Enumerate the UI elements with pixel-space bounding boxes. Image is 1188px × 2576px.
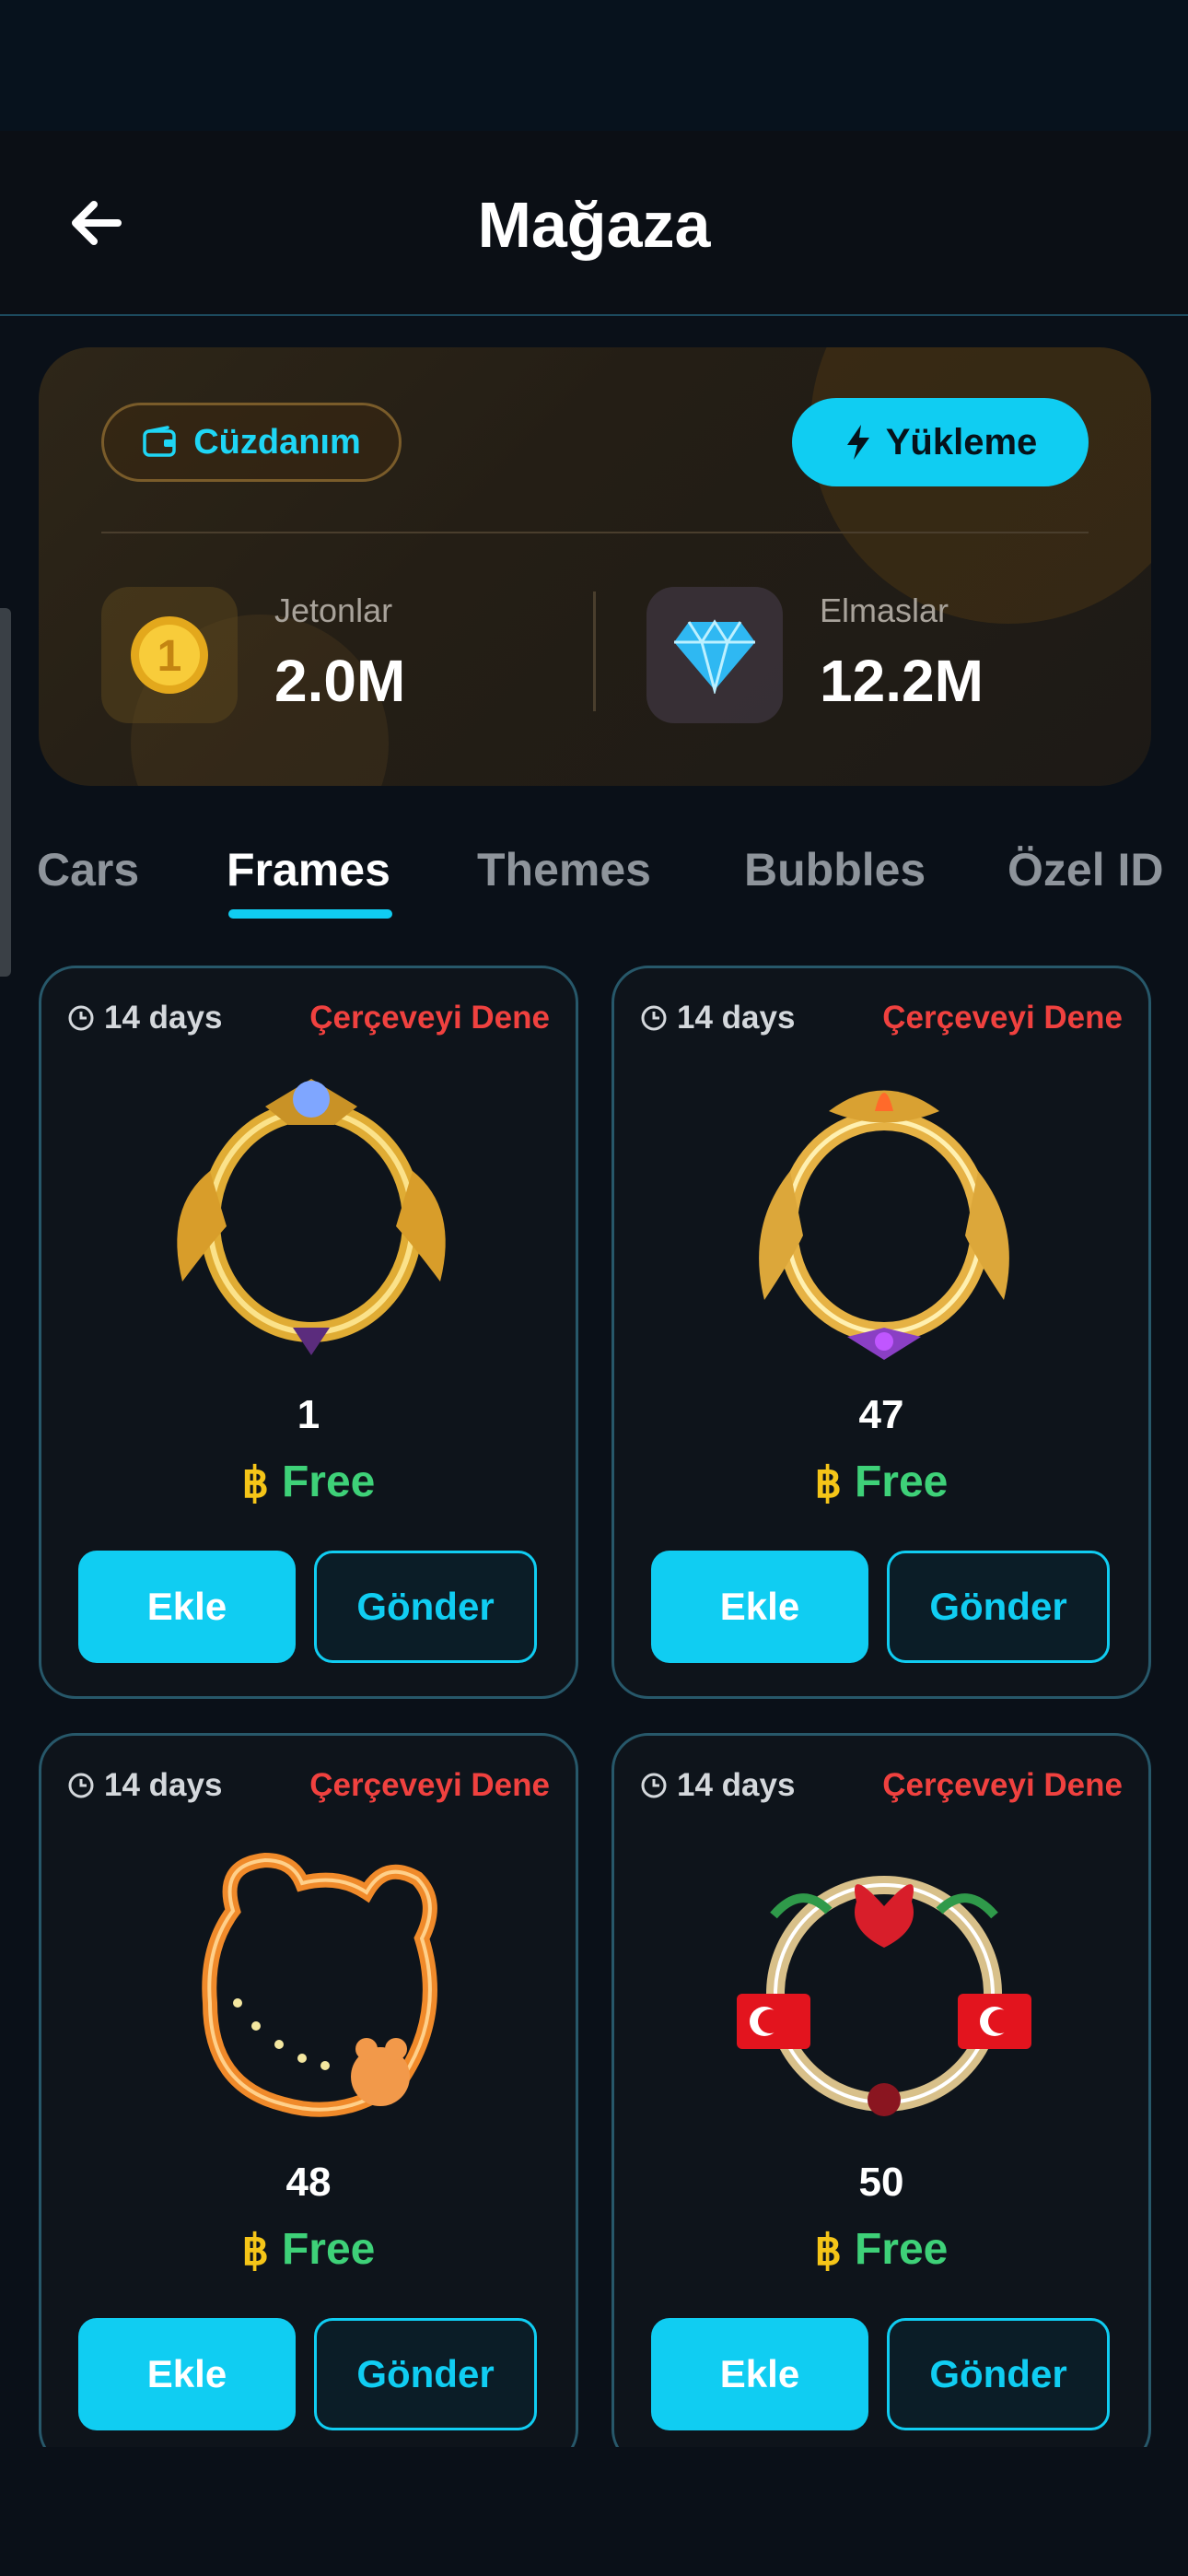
diamond-icon	[674, 619, 755, 694]
topup-label: Yükleme	[885, 421, 1038, 463]
price: ฿ Free	[614, 2224, 1148, 2275]
duration: 14 days	[67, 1767, 222, 1804]
app-header: Mağaza	[0, 131, 1188, 316]
price: ฿ Free	[41, 2224, 576, 2275]
price-value: Free	[854, 2225, 949, 2274]
tab-bubbles[interactable]: Bubbles	[744, 843, 926, 896]
coin-icon: 1	[131, 616, 208, 694]
diamond-icon-box	[646, 587, 783, 723]
coin-icon-box: 1	[101, 587, 238, 723]
send-button[interactable]: Gönder	[314, 2318, 537, 2430]
clock-icon	[68, 1005, 94, 1031]
try-frame-link[interactable]: Çerçeveyi Dene	[882, 1767, 1123, 1804]
bear-frame-image	[202, 1852, 437, 2117]
status-bar	[0, 0, 1188, 131]
divider	[593, 591, 596, 711]
divider	[101, 532, 1089, 533]
diamonds-value: 12.2M	[820, 648, 984, 714]
tab-frames[interactable]: Frames	[227, 843, 390, 896]
clock-icon	[641, 1773, 667, 1798]
tab-themes[interactable]: Themes	[477, 843, 651, 896]
coins-label: Jetonlar	[274, 591, 393, 629]
tab-cars[interactable]: Cars	[37, 843, 139, 896]
item-number: 48	[285, 2160, 332, 2205]
price-value: Free	[281, 1458, 376, 1506]
my-wallet-button[interactable]: Cüzdanım	[101, 403, 402, 482]
gold-wing-frame-image	[177, 1079, 446, 1355]
page-title: Mağaza	[477, 189, 711, 261]
try-frame-link[interactable]: Çerçeveyi Dene	[309, 1767, 550, 1804]
price: ฿ Free	[614, 1457, 1148, 1507]
svg-text:1: 1	[157, 632, 182, 681]
wallet-icon	[143, 426, 176, 457]
frame-card[interactable]: 14 days Çerçeveyi Dene 1 ฿ Free Ekle Gön…	[39, 966, 578, 1699]
add-button[interactable]: Ekle	[651, 2318, 868, 2430]
duration: 14 days	[640, 1000, 795, 1036]
tab-special-id[interactable]: Özel ID	[1007, 843, 1163, 896]
duration-label: 14 days	[104, 1767, 223, 1803]
duration-label: 14 days	[677, 1767, 796, 1803]
duration: 14 days	[640, 1767, 795, 1804]
price-value: Free	[281, 2225, 376, 2274]
active-tab-indicator	[228, 909, 392, 919]
price: ฿ Free	[41, 1457, 576, 1507]
try-frame-link[interactable]: Çerçeveyi Dene	[882, 1000, 1123, 1036]
item-number: 1	[297, 1392, 320, 1437]
item-number: 47	[858, 1392, 904, 1437]
clock-icon	[68, 1773, 94, 1798]
currency-icon: ฿	[241, 2225, 269, 2274]
turkish-flag-frame-image	[737, 1876, 1031, 2116]
navigation-bar	[0, 2447, 1188, 2576]
coins-value: 2.0M	[274, 648, 406, 714]
currency-icon: ฿	[814, 2225, 842, 2274]
try-frame-link[interactable]: Çerçeveyi Dene	[309, 1000, 550, 1036]
add-button[interactable]: Ekle	[651, 1551, 868, 1663]
duration-label: 14 days	[677, 1000, 796, 1036]
price-value: Free	[854, 1458, 949, 1506]
clock-icon	[641, 1005, 667, 1031]
wallet-card: Cüzdanım Yükleme 1 Jetonlar 2.0M Elmasla…	[39, 347, 1151, 786]
send-button[interactable]: Gönder	[887, 1551, 1110, 1663]
duration: 14 days	[67, 1000, 222, 1036]
add-button[interactable]: Ekle	[78, 1551, 296, 1663]
send-button[interactable]: Gönder	[887, 2318, 1110, 2430]
frame-card[interactable]: 14 days Çerçeveyi Dene 47 ฿ Free Ekle Gö…	[611, 966, 1151, 1699]
category-tabs: Cars Frames Themes Bubbles Özel ID	[0, 834, 1188, 926]
send-button[interactable]: Gönder	[314, 1551, 537, 1663]
topup-button[interactable]: Yükleme	[792, 398, 1089, 486]
diamonds-label: Elmaslar	[820, 591, 949, 629]
gold-flame-frame-image	[759, 1090, 1009, 1360]
add-button[interactable]: Ekle	[78, 2318, 296, 2430]
my-wallet-label: Cüzdanım	[193, 422, 361, 462]
duration-label: 14 days	[104, 1000, 223, 1036]
frame-card[interactable]: 14 days Çerçeveyi Dene 50 ฿ Free Ekle Gö…	[611, 1733, 1151, 2466]
item-number: 50	[858, 2160, 904, 2205]
frame-card[interactable]: 14 days Çerçeveyi Dene 48 ฿ Free Ekle Gö…	[39, 1733, 578, 2466]
currency-icon: ฿	[241, 1458, 269, 1506]
lightning-icon	[846, 425, 869, 460]
currency-icon: ฿	[814, 1458, 842, 1506]
